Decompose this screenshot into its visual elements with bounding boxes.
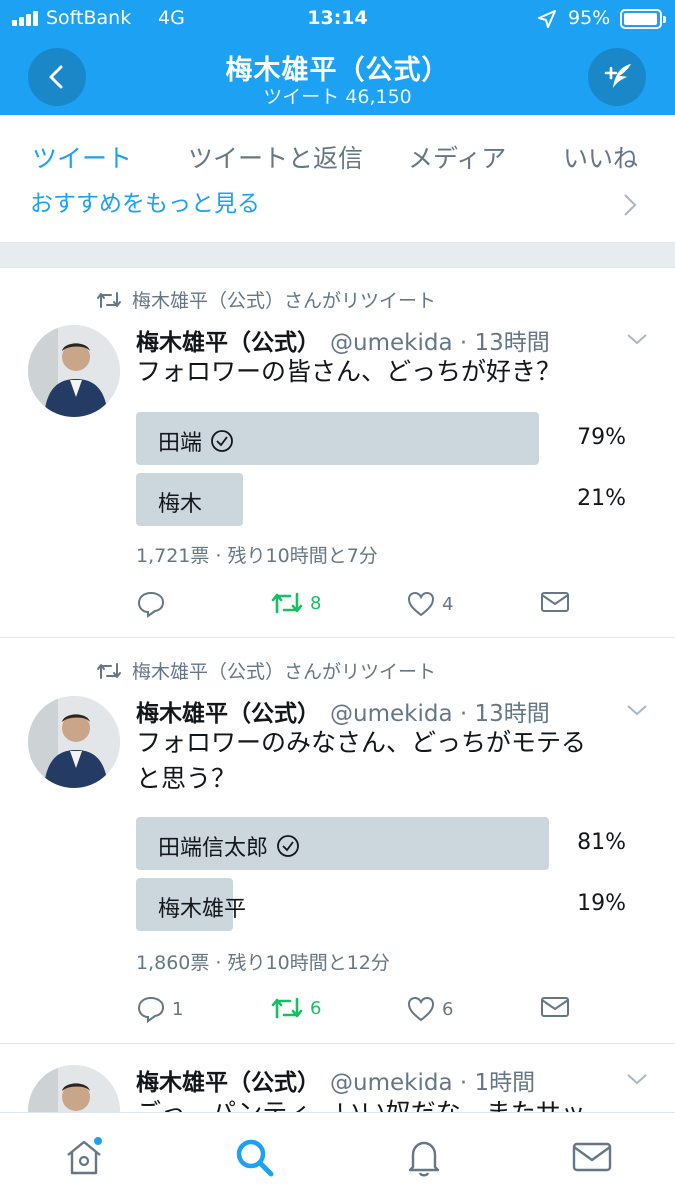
like-count: 4 [442,593,454,615]
tweet-text: フォロワーの皆さん、どっちが好き？ [136,354,636,390]
compose-icon [604,64,631,88]
tweet-text: フォロワーのみなさん、どっちがモテる と思う？ [136,725,636,797]
poll-meta: 1,721票 · 残り10時間と7分 [136,545,378,567]
avatar[interactable] [28,325,120,417]
notifications-icon[interactable] [402,1135,446,1179]
tweet-text: ごっ パンティ いい奴だな またサッ [136,1095,636,1112]
like-button[interactable]: 4 [406,590,453,618]
tab-tweets-replies[interactable]: ツイートと返信 [188,139,363,175]
retweet-icon [97,291,121,308]
tweet-actions: 8 4 [136,590,596,624]
tab-media[interactable]: メディア [408,139,506,175]
tweet-text-line: フォロワーのみなさん、どっちがモテる [136,728,587,757]
poll-option-label: 梅木 [158,486,202,518]
poll-option-percent: 81% [577,830,626,855]
retweet-count: 6 [310,997,322,1019]
reply-icon [137,591,165,618]
poll-option-percent: 19% [577,891,626,916]
section-divider [0,242,675,268]
see-more-label: おすすめをもっと見る [30,191,260,217]
author-handle-time: @umekida · 13時間 [330,330,550,356]
tweet-author[interactable]: 梅木雄平（公式） @umekida · 13時間 [136,694,550,728]
retweet-button[interactable]: 6 [270,995,321,1021]
reply-count: 1 [172,998,184,1020]
author-handle-time: @umekida · 13時間 [330,701,550,727]
tweet-author[interactable]: 梅木雄平（公式） @umekida · 1時間 [136,1063,535,1097]
poll-option-text: 田端 [158,431,203,456]
compose-button[interactable] [588,48,646,106]
profile-tabs: ツイート ツイートと返信 メディア いいね [0,115,675,195]
tweet-text-line: と思う？ [136,764,237,793]
tweet-author[interactable]: 梅木雄平（公式） @umekida · 13時間 [136,323,550,357]
tweet-card[interactable]: 梅木雄平（公式） @umekida · 1時間 ごっ パンティ いい奴だな またサ… [0,1045,675,1112]
chevron-right-icon [624,194,637,216]
retweet-button[interactable]: 8 [270,590,321,616]
bottom-tab-bar [0,1112,675,1200]
poll-option: 梅木雄平 19% [136,878,636,931]
poll-option-label: 梅木雄平 [158,891,246,923]
retweet-count: 8 [310,592,322,614]
tab-tweets[interactable]: ツイート [32,139,132,175]
battery-percent: 95% [568,7,611,29]
poll-option: 田端 79% [136,412,636,465]
tweet-count: ツイート 46,150 [263,86,412,108]
author-name: 梅木雄平（公式） [136,701,320,727]
like-icon [407,591,435,617]
poll-option-percent: 79% [577,425,626,450]
poll-option-text: 田端信太郎 [158,836,269,861]
poll-option: 田端信太郎 81% [136,817,636,870]
avatar[interactable] [28,696,120,788]
dm-icon [541,997,569,1017]
search-icon[interactable] [232,1135,276,1179]
chevron-down-icon[interactable] [626,332,648,346]
retweet-context-label: 梅木雄平（公式）さんがリツイート [132,290,437,312]
home-icon[interactable] [62,1135,106,1179]
dm-button[interactable] [540,590,570,614]
tweet-card[interactable]: 梅木雄平（公式）さんがリツイート 梅木雄平（公式） @umekida · 13時間… [0,639,675,1044]
like-button[interactable]: 6 [406,995,453,1023]
dm-icon [541,592,569,612]
reply-button[interactable]: 1 [136,995,183,1023]
tweet-actions: 1 6 6 [136,995,596,1029]
poll-option-text: 梅木雄平 [158,897,247,922]
poll-option: 梅木 21% [136,473,636,526]
profile-header: SoftBank 4G 13:14 95% 梅木雄平（公式） ツイート 46,1… [0,0,675,115]
messages-icon[interactable] [570,1135,614,1179]
check-circle-icon [277,835,299,857]
poll-option-label: 田端信太郎 [158,830,300,862]
reply-button[interactable] [136,590,172,618]
retweet-context: 梅木雄平（公式）さんがリツイート [96,657,436,684]
check-circle-icon [211,430,233,452]
location-arrow-icon [538,10,556,28]
dm-button[interactable] [540,995,570,1019]
chevron-down-icon[interactable] [626,1072,648,1086]
retweet-context: 梅木雄平（公式）さんがリツイート [96,286,436,313]
like-icon [407,996,435,1022]
status-bar: SoftBank 4G 13:14 95% [0,0,675,38]
author-handle-time: @umekida · 1時間 [330,1070,536,1096]
poll-meta: 1,860票 · 残り10時間と12分 [136,952,390,974]
tweet-text-line: フォロワーの皆さん、どっちが好き？ [136,357,562,386]
avatar[interactable] [28,1065,120,1112]
retweet-context-label: 梅木雄平（公式）さんがリツイート [132,661,437,683]
author-name: 梅木雄平（公式） [136,1070,320,1096]
retweet-icon [271,592,303,614]
tab-likes[interactable]: いいね [563,139,638,175]
like-count: 6 [442,998,454,1020]
retweet-icon [97,662,121,679]
battery-icon [620,9,666,29]
poll-option-label: 田端 [158,425,234,457]
poll-option-text: 梅木 [158,492,203,517]
author-name: 梅木雄平（公式） [136,330,320,356]
chevron-down-icon[interactable] [626,703,648,717]
poll-option-percent: 21% [577,486,626,511]
see-more-suggestions[interactable]: おすすめをもっと見る [0,186,675,242]
reply-icon [137,996,165,1023]
retweet-icon [271,997,303,1019]
tweet-card[interactable]: 梅木雄平（公式）さんがリツイート 梅木雄平（公式） @umekida · 13時間… [0,268,675,638]
